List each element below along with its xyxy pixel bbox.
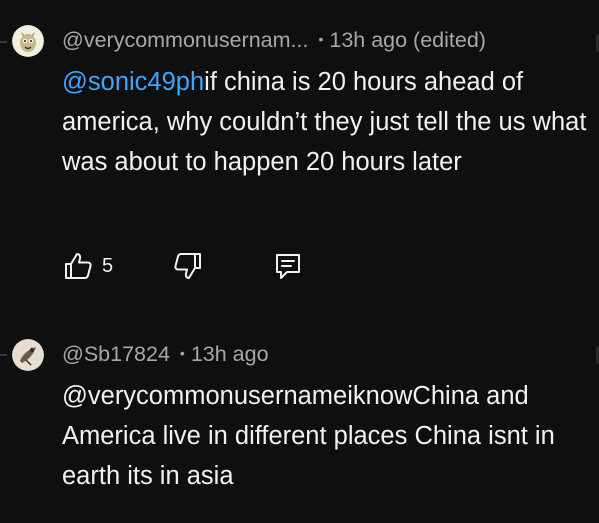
like-count: 5 bbox=[102, 255, 114, 277]
meta-separator: • bbox=[318, 31, 324, 47]
thread-connector bbox=[0, 41, 7, 43]
mention-link[interactable]: @sonic49ph bbox=[62, 68, 204, 96]
thumbs-up-icon[interactable] bbox=[62, 250, 94, 282]
comment-username[interactable]: @Sb17824 bbox=[62, 342, 170, 366]
comment-timestamp[interactable]: 13h ago bbox=[191, 342, 269, 366]
comment-reply-icon[interactable] bbox=[272, 250, 304, 282]
comment-meta: @Sb17824 • 13h ago bbox=[62, 342, 269, 367]
thumbs-down-icon[interactable] bbox=[172, 250, 204, 282]
thread-connector bbox=[0, 354, 7, 356]
comment-timestamp[interactable]: 13h ago (edited) bbox=[329, 28, 486, 52]
comment-username[interactable]: @verycommonusernam... bbox=[62, 28, 308, 52]
comment-meta: @verycommonusernam... • 13h ago (edited) bbox=[62, 28, 486, 53]
comment-text: @verycommonusernameiknowChina and Americ… bbox=[62, 382, 555, 490]
comment-text: @sonic49phif china is 20 hours ahead of … bbox=[62, 62, 592, 182]
avatar[interactable] bbox=[12, 25, 44, 57]
meta-separator: • bbox=[179, 345, 185, 361]
avatar[interactable] bbox=[12, 339, 44, 371]
